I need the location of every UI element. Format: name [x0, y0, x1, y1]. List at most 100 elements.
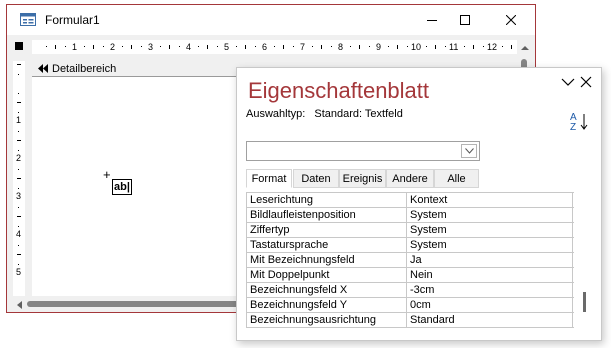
- sort-az-icon[interactable]: A Z: [569, 110, 591, 132]
- ruler-number: 5: [16, 267, 22, 277]
- ruler-number: 3: [148, 42, 154, 52]
- scroll-up-icon: [521, 46, 529, 50]
- tab-alle[interactable]: Alle: [434, 169, 479, 188]
- property-sheet-title: Eigenschaftenblatt: [248, 78, 430, 103]
- ruler-tick: [18, 111, 19, 113]
- property-value[interactable]: Standard: [408, 313, 573, 327]
- property-value[interactable]: -3cm: [408, 283, 573, 297]
- property-sheet-panel: Eigenschaftenblatt Auswahltyp: Standard:…: [236, 67, 602, 341]
- ruler-tick: [55, 45, 56, 49]
- ruler-tick: [17, 64, 21, 65]
- property-value[interactable]: Nein: [408, 268, 573, 282]
- select-form-button[interactable]: [13, 40, 25, 52]
- form-titlebar[interactable]: Formular1: [7, 5, 535, 35]
- property-value[interactable]: Ja: [408, 253, 573, 267]
- horizontal-scroll-thumb[interactable]: [27, 301, 263, 307]
- property-row[interactable]: Mit Bezeichnungsfeld Ja: [246, 253, 574, 268]
- ruler-number: 1: [16, 115, 22, 125]
- scroll-left-icon: [17, 301, 22, 309]
- ruler-tick: [17, 140, 21, 141]
- property-row[interactable]: Mit Doppelpunkt Nein: [246, 268, 574, 283]
- ruler-number: 5: [224, 42, 230, 52]
- ruler-tick: [178, 46, 180, 47]
- ruler-tick: [283, 45, 284, 49]
- ruler-tick: [93, 45, 94, 49]
- tab-daten[interactable]: Daten: [293, 169, 339, 188]
- ruler-tick: [292, 46, 294, 47]
- property-row[interactable]: Ziffertyp System: [246, 223, 574, 238]
- ruler-tick: [397, 45, 398, 49]
- ruler-tick: [45, 46, 47, 47]
- ruler-tick: [83, 46, 85, 47]
- property-name: Ziffertyp: [246, 223, 407, 237]
- selection-dropdown[interactable]: [246, 141, 480, 161]
- ruler-number: 4: [16, 229, 22, 239]
- property-value[interactable]: System: [408, 238, 573, 252]
- ruler-tick: [140, 46, 142, 47]
- close-icon: [506, 15, 516, 25]
- ruler-tick: [273, 46, 275, 47]
- property-value[interactable]: System: [408, 223, 573, 237]
- ruler-tick: [406, 46, 408, 47]
- svg-text:Z: Z: [570, 122, 576, 132]
- property-row[interactable]: Bezeichnungsausrichtung Standard: [246, 313, 574, 328]
- property-row[interactable]: Bezeichnungsfeld Y 0cm: [246, 298, 574, 313]
- property-name: Bildlaufleistenposition: [246, 208, 407, 222]
- ruler-number: 11: [449, 42, 459, 52]
- ruler-tick: [121, 46, 123, 47]
- ruler-tick: [216, 46, 218, 47]
- section-expand-icon: [38, 64, 48, 73]
- ruler-tick: [501, 46, 503, 47]
- ruler-tick: [444, 46, 446, 47]
- property-value[interactable]: 0cm: [408, 298, 573, 312]
- property-scroll-thumb[interactable]: [583, 292, 586, 312]
- ruler-tick: [311, 46, 313, 47]
- ruler-tick: [17, 216, 21, 217]
- property-row[interactable]: Bildlaufleistenposition System: [246, 208, 574, 223]
- ruler-tick: [463, 46, 465, 47]
- maximize-button[interactable]: [448, 5, 482, 35]
- dropdown-button[interactable]: [461, 144, 477, 158]
- ruler-number: 2: [16, 153, 22, 163]
- ruler-tick: [321, 45, 322, 49]
- ruler-number: 2: [110, 42, 116, 52]
- property-grid: Leserichtung Kontext Bildlaufleistenposi…: [246, 192, 574, 328]
- maximize-icon: [460, 15, 470, 25]
- selection-type: Auswahltyp: Standard: Textfeld: [246, 108, 403, 120]
- property-row[interactable]: Bezeichnungsfeld X -3cm: [246, 283, 574, 298]
- crosshair-cursor-icon: +: [103, 167, 111, 182]
- property-name: Mit Doppelpunkt: [246, 268, 407, 282]
- property-name: Bezeichnungsfeld X: [246, 283, 407, 297]
- property-name: Bezeichnungsfeld Y: [246, 298, 407, 312]
- close-icon[interactable]: [580, 76, 592, 88]
- ruler-tick: [435, 45, 436, 49]
- minimize-button[interactable]: [415, 5, 449, 35]
- chevron-down-icon[interactable]: [561, 76, 575, 88]
- property-name: Leserichtung: [246, 193, 407, 207]
- horizontal-ruler[interactable]: 1 2 3 4 5 6 7 8 9 10 11 12: [32, 40, 517, 54]
- ruler-number: 10: [411, 42, 422, 52]
- ruler-tick: [18, 225, 19, 227]
- ruler-tick: [18, 73, 19, 75]
- vertical-ruler[interactable]: 1 2 3 4 5: [13, 61, 25, 296]
- property-row[interactable]: Tastatursprache System: [246, 238, 574, 253]
- ruler-tick: [359, 45, 360, 49]
- property-value[interactable]: System: [408, 208, 573, 222]
- property-row[interactable]: Leserichtung Kontext: [246, 193, 574, 208]
- ruler-number: 3: [16, 191, 22, 201]
- ruler-tick: [245, 45, 246, 49]
- chevron-down-icon: [464, 148, 474, 154]
- close-window-button[interactable]: [494, 5, 528, 35]
- ruler-tick: [425, 46, 427, 47]
- ruler-number: 7: [300, 42, 306, 52]
- ruler-number: 4: [186, 42, 192, 52]
- ruler-tick: [131, 45, 132, 49]
- ruler-tick: [368, 46, 370, 47]
- tab-format[interactable]: Format: [246, 169, 292, 188]
- ruler-number: 6: [262, 42, 268, 52]
- tab-andere[interactable]: Andere: [386, 169, 434, 188]
- ruler-tick: [18, 130, 19, 132]
- tab-ereignis[interactable]: Ereignis: [339, 169, 386, 188]
- property-value[interactable]: Kontext: [408, 193, 573, 207]
- ruler-tick: [387, 46, 389, 47]
